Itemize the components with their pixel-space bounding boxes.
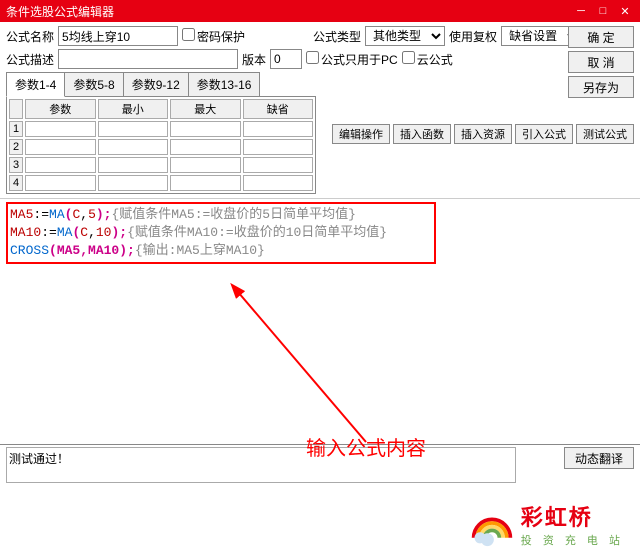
tab-params-9-12[interactable]: 参数9-12 [123,72,189,97]
params-table: 参数最小最大缺省 1 2 3 4 [6,96,316,194]
col-param: 参数 [25,99,96,119]
ver-label: 版本 [242,51,266,68]
col-default: 缺省 [243,99,314,119]
testfml-button[interactable]: 测试公式 [576,124,634,144]
tab-params-5-8[interactable]: 参数5-8 [64,72,123,97]
cloud-label[interactable]: 云公式 [402,51,453,68]
logo-name: 彩虹桥 [521,500,624,532]
code-editor[interactable]: MA5:=MA(C,5);{赋值条件MA5:=收盘价的5日简单平均值} MA10… [6,202,634,472]
watermark-logo: 彩虹桥 投 资 充 电 站 [469,500,624,548]
auth-label: 使用复权 [449,28,497,45]
type-label: 公式类型 [313,28,361,45]
tab-params-13-16[interactable]: 参数13-16 [188,72,261,97]
table-row: 3 [9,157,313,173]
window-title: 条件选股公式编辑器 [6,3,114,20]
table-row: 1 [9,121,313,137]
type-select[interactable]: 其他类型 [365,26,445,46]
desc-input[interactable] [58,49,238,69]
dyntrans-button[interactable]: 动态翻译 [564,447,634,469]
name-input[interactable] [58,26,178,46]
cloud-checkbox[interactable] [402,51,415,64]
annotation-text: 输入公式内容 [306,432,426,461]
cancel-button[interactable]: 取 消 [568,51,634,73]
editop-button[interactable]: 编辑操作 [332,124,390,144]
impfml-button[interactable]: 引入公式 [515,124,573,144]
ok-button[interactable]: 确 定 [568,26,634,48]
name-label: 公式名称 [6,28,54,45]
pconly-text: 公式只用于PC [321,53,398,67]
rainbow-icon [469,501,515,547]
code-text: MA5:=MA(C,5);{赋值条件MA5:=收盘价的5日简单平均值} MA10… [6,202,634,264]
cloud-text: 云公式 [417,53,453,67]
close-icon[interactable]: ✕ [616,3,634,19]
table-row: 2 [9,139,313,155]
insfn-button[interactable]: 插入函数 [393,124,451,144]
logo-tag: 投 资 充 电 站 [521,532,624,548]
pwd-label[interactable]: 密码保护 [182,28,245,45]
insres-button[interactable]: 插入资源 [454,124,512,144]
pwd-checkbox[interactable] [182,28,195,41]
pconly-label[interactable]: 公式只用于PC [306,51,398,68]
pwd-text: 密码保护 [197,30,245,44]
col-min: 最小 [98,99,169,119]
col-max: 最大 [170,99,241,119]
status-message: 测试通过！ [6,447,516,483]
tab-params-1-4[interactable]: 参数1-4 [6,72,65,97]
saveas-button[interactable]: 另存为 [568,76,634,98]
ver-input[interactable] [270,49,302,69]
desc-label: 公式描述 [6,51,54,68]
table-row: 4 [9,175,313,191]
pconly-checkbox[interactable] [306,51,319,64]
minimize-icon[interactable]: ─ [572,3,590,19]
maximize-icon[interactable]: □ [594,3,612,19]
